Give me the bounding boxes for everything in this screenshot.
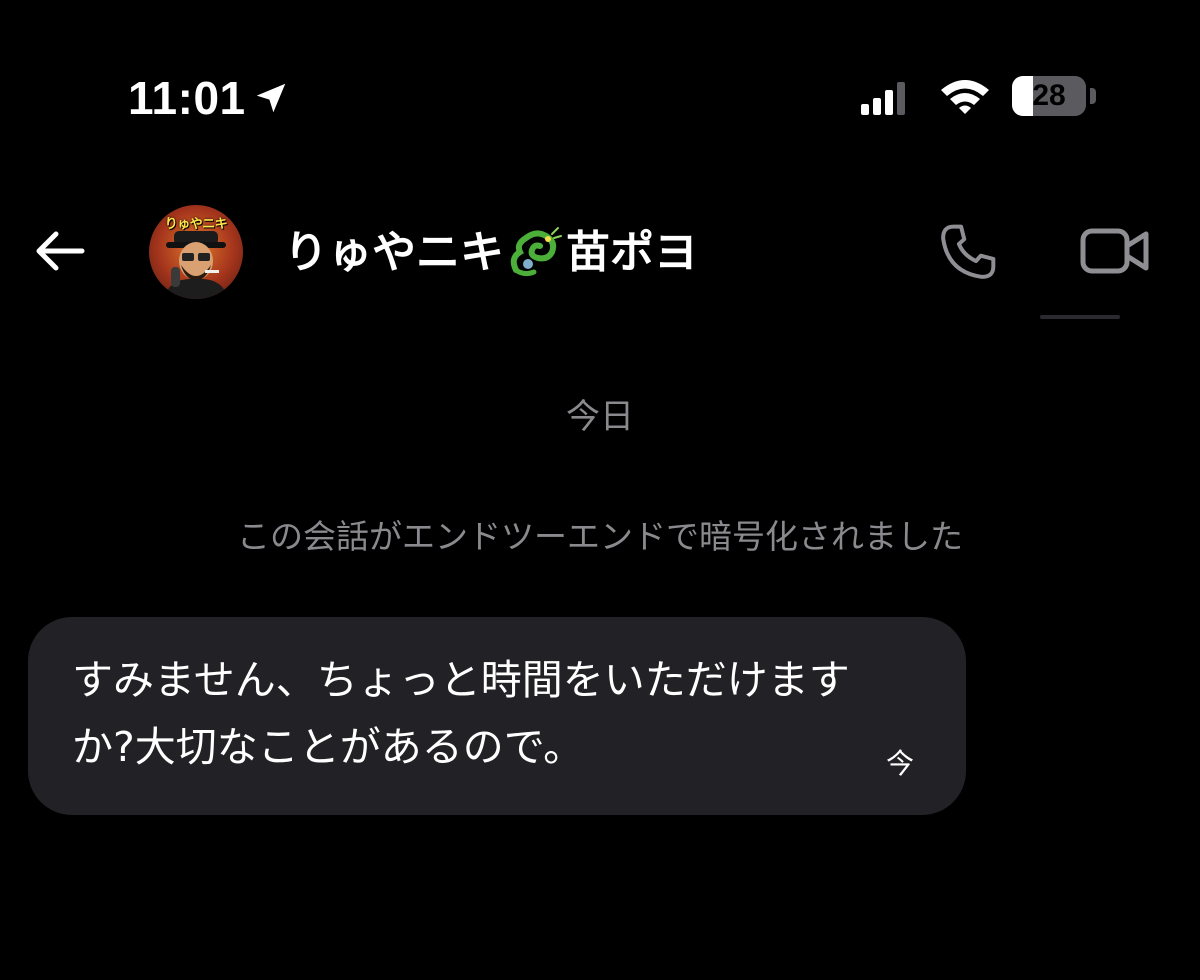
location-arrow-icon — [252, 79, 290, 117]
video-call-button[interactable] — [1078, 222, 1152, 280]
avatar[interactable]: りゅやニキ — [149, 205, 243, 299]
status-time: 11:01 — [128, 72, 246, 124]
message-bubble[interactable]: すみません、ちょっと時間をいただけますか?大切なことがあるので。 今 — [28, 617, 966, 815]
cellular-signal-icon — [860, 80, 908, 116]
wifi-icon — [938, 76, 992, 116]
chat-header: りゅやニキ りゅやニキ 苗ポヨ — [0, 190, 1200, 320]
contact-name-part2: 苗ポヨ — [566, 227, 698, 278]
back-arrow-icon — [36, 231, 85, 271]
back-button[interactable] — [30, 226, 90, 276]
date-separator: 今日 — [566, 397, 634, 437]
message-timestamp: 今 — [886, 747, 915, 780]
battery-body: 28 — [1012, 76, 1086, 116]
battery-level: 28 — [1032, 79, 1066, 112]
clock-group: 11:01 — [128, 72, 290, 124]
encryption-notice: この会話がエンドツーエンドで暗号化されました — [237, 517, 963, 556]
message-text: すみません、ちょっと時間をいただけますか?大切なことがあるので。 — [72, 656, 850, 771]
avatar-label: りゅやニキ — [164, 217, 228, 232]
dragon-icon — [506, 224, 564, 282]
battery-icon: 28 — [1012, 76, 1098, 118]
contact-name-part1: りゅやニキ — [284, 227, 504, 278]
phone-icon — [941, 224, 996, 279]
header-divider — [1040, 315, 1120, 319]
video-camera-icon — [1080, 228, 1149, 274]
status-bar: 11:01 28 — [0, 0, 1200, 200]
contact-name[interactable]: りゅやニキ 苗ポヨ — [284, 224, 698, 282]
battery-tip — [1090, 88, 1096, 104]
call-button[interactable] — [936, 220, 1000, 284]
